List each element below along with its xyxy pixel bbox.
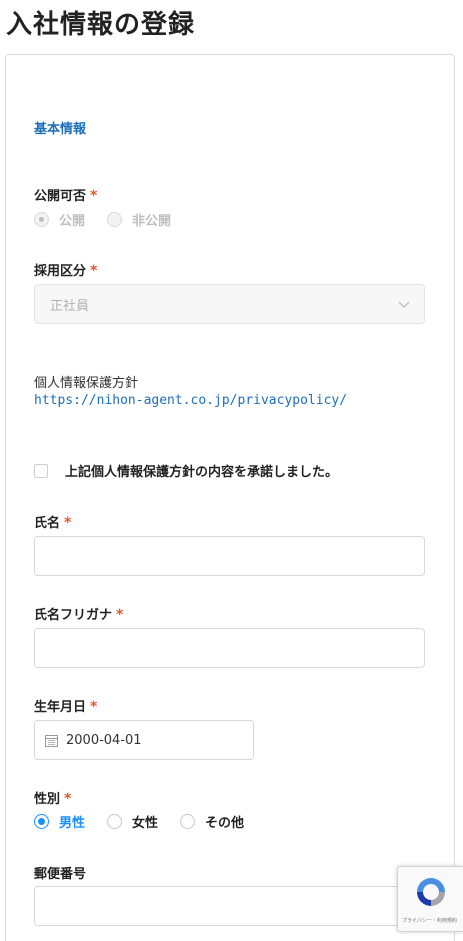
section-title-basic-info: 基本情報: [34, 122, 87, 137]
recaptcha-icon: [417, 878, 445, 906]
postal-code-input[interactable]: [34, 886, 425, 926]
recaptcha-badge[interactable]: プライバシー・利用規約: [397, 866, 463, 932]
gender-radio-female[interactable]: [107, 814, 123, 829]
name-kana-input[interactable]: [34, 628, 425, 668]
visibility-label: 公開可否 *: [34, 188, 98, 204]
privacy-agree-checkbox[interactable]: [34, 463, 48, 478]
required-mark: *: [116, 607, 124, 623]
name-label: 氏名 *: [34, 515, 72, 531]
gender-option-male: 男性: [59, 816, 86, 831]
required-mark: *: [64, 515, 72, 531]
birth-date-value: 2000-04-01: [66, 732, 142, 748]
visibility-radio-public[interactable]: [34, 212, 49, 227]
required-mark: *: [90, 263, 98, 279]
visibility-option-public: 公開: [59, 214, 86, 229]
required-mark: *: [90, 699, 98, 715]
gender-radio-male[interactable]: [34, 814, 49, 829]
page-title: 入社情報の登録: [6, 10, 196, 40]
employment-type-value: 正社員: [50, 298, 90, 314]
visibility-radio-private[interactable]: [107, 212, 123, 227]
privacy-agree-row: 上記個人情報保護方針の内容を承諾しました。: [34, 461, 338, 480]
birth-date-input[interactable]: 2000-04-01: [34, 720, 254, 760]
name-kana-label: 氏名フリガナ *: [34, 607, 124, 623]
employment-type-select[interactable]: 正社員: [34, 284, 425, 324]
required-mark: *: [90, 188, 98, 204]
visibility-option-private: 非公開: [132, 214, 172, 229]
privacy-policy-label: 個人情報保護方針: [34, 376, 139, 391]
calendar-icon: [45, 734, 58, 747]
gender-option-other: その他: [205, 816, 245, 831]
gender-radio-group: 男性 女性 その他: [34, 812, 266, 831]
employment-type-label: 採用区分 *: [34, 263, 98, 279]
name-input[interactable]: [34, 536, 425, 576]
privacy-agree-label: 上記個人情報保護方針の内容を承諾しました。: [65, 465, 339, 480]
gender-option-female: 女性: [132, 816, 159, 831]
gender-label: 性別 *: [34, 791, 72, 807]
privacy-policy-link[interactable]: https://nihon-agent.co.jp/privacypolicy/: [34, 393, 347, 408]
chevron-down-icon: [398, 301, 410, 308]
recaptcha-terms[interactable]: プライバシー・利用規約: [402, 917, 457, 924]
visibility-radio-group: 公開 非公開: [34, 210, 193, 229]
postal-code-label: 郵便番号: [34, 867, 87, 882]
required-mark: *: [64, 791, 72, 807]
gender-radio-other[interactable]: [180, 814, 196, 829]
birth-date-label: 生年月日 *: [34, 699, 98, 715]
